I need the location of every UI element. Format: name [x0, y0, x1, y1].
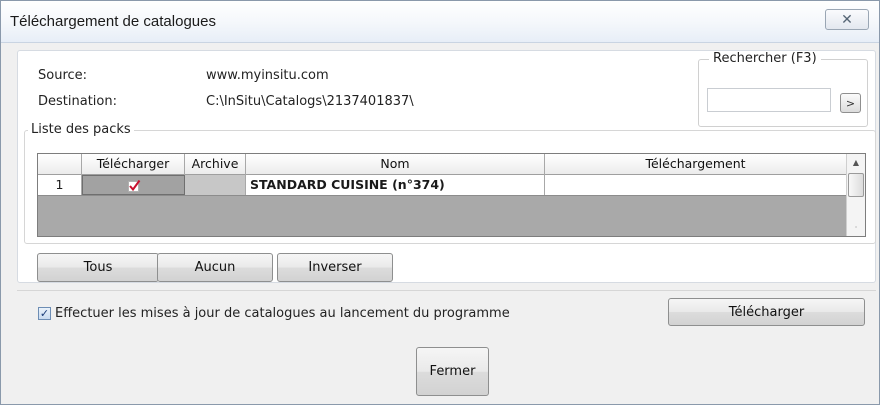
select-all-button[interactable]: Tous: [37, 253, 159, 282]
row-index: 1: [38, 175, 82, 195]
red-check-icon: [127, 179, 140, 192]
search-input[interactable]: [707, 88, 831, 112]
chevron-right-icon: >: [845, 96, 856, 110]
download-button[interactable]: Télécharger: [668, 298, 865, 326]
auto-update-label[interactable]: Effectuer les mises à jour de catalogues…: [55, 306, 510, 321]
close-window-button[interactable]: ✕: [825, 9, 869, 30]
archive-cell[interactable]: [185, 175, 246, 195]
source-label: Source:: [38, 68, 88, 83]
source-value: www.myinsitu.com: [206, 68, 329, 83]
destination-label: Destination:: [38, 94, 117, 109]
title-bar[interactable]: Téléchargement de catalogues ✕: [1, 1, 879, 43]
scroll-down-icon[interactable]: ·: [847, 220, 865, 235]
download-progress-cell: [545, 175, 846, 195]
auto-update-checkbox[interactable]: ✓: [38, 307, 51, 320]
divider: [17, 290, 876, 291]
table-row[interactable]: 1 STANDARD CUISINE (n°374): [38, 175, 846, 196]
close-button[interactable]: Fermer: [416, 347, 489, 396]
column-header-archive[interactable]: Archive: [185, 154, 246, 175]
packs-group-label: Liste des packs: [28, 122, 134, 137]
scroll-up-icon[interactable]: ▲: [847, 154, 865, 171]
table-vertical-scrollbar[interactable]: ▲ ·: [846, 154, 865, 236]
column-header-telecharger[interactable]: Télécharger: [82, 154, 185, 175]
select-none-button[interactable]: Aucun: [157, 253, 273, 282]
invert-selection-button[interactable]: Inverser: [277, 253, 393, 282]
column-header-nom[interactable]: Nom: [246, 154, 545, 175]
checkmark-icon: ✓: [39, 307, 50, 320]
catalog-download-dialog: Téléchargement de catalogues ✕ Source: w…: [0, 0, 880, 405]
search-go-button[interactable]: >: [840, 93, 861, 113]
telecharger-checkbox-cell[interactable]: [82, 175, 185, 195]
pack-name-cell[interactable]: STANDARD CUISINE (n°374): [246, 175, 545, 195]
close-icon: ✕: [841, 11, 853, 28]
table-header: Télécharger Archive Nom Téléchargement: [38, 154, 846, 175]
packs-table: Télécharger Archive Nom Téléchargement 1…: [37, 153, 866, 237]
column-header-telechargement[interactable]: Téléchargement: [545, 154, 846, 175]
destination-value: C:\InSitu\Catalogs\2137401837\: [206, 94, 414, 109]
search-label: Rechercher (F3): [709, 51, 821, 66]
scroll-thumb[interactable]: [848, 173, 864, 197]
window-title: Téléchargement de catalogues: [10, 13, 216, 30]
column-header-index: [38, 154, 82, 175]
